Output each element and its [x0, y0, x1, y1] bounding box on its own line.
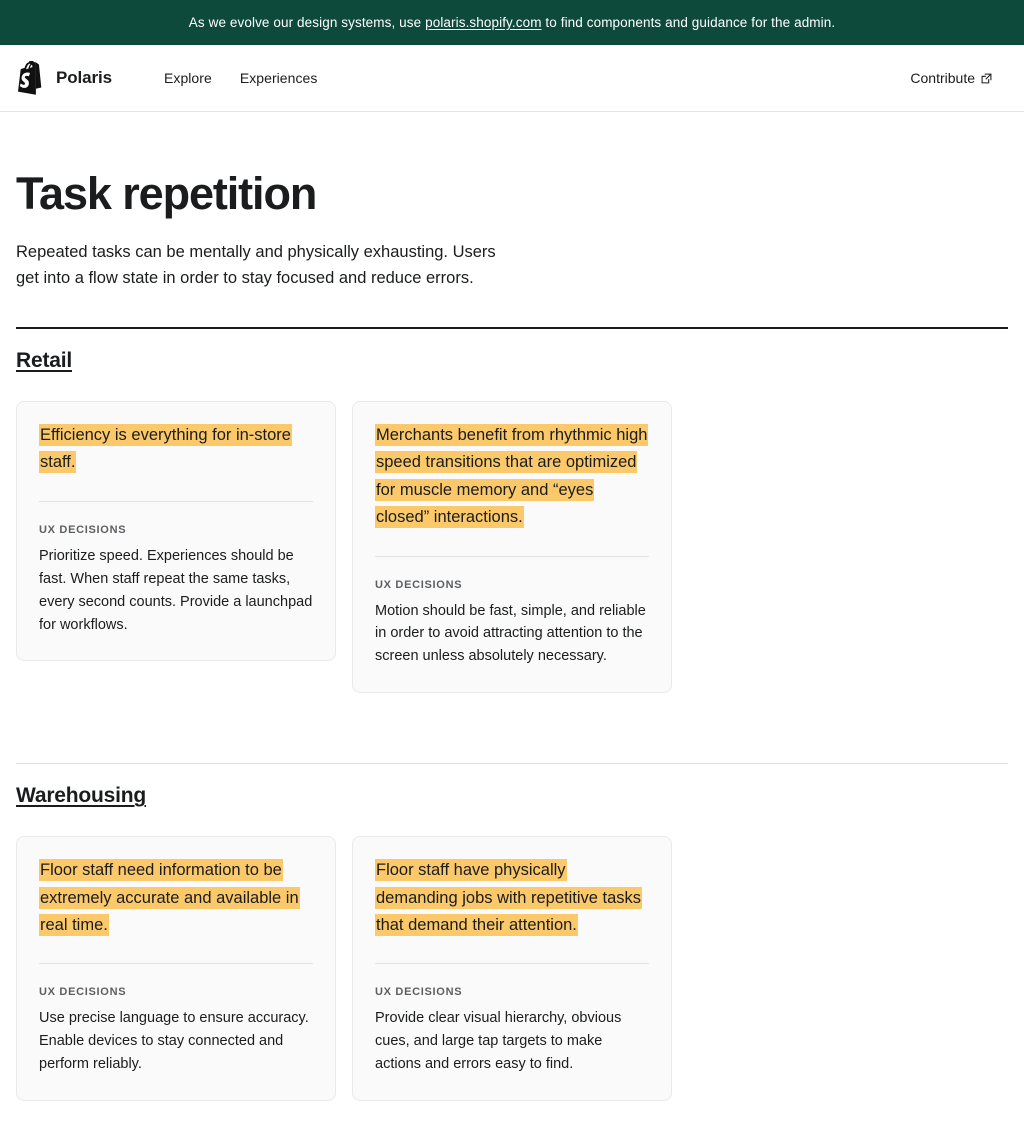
card-body: Provide clear visual hierarchy, obvious …	[375, 1010, 622, 1073]
announcement-banner: As we evolve our design systems, use pol…	[0, 0, 1024, 45]
announcement-text-after: to find components and guidance for the …	[541, 14, 836, 30]
announcement-text: As we evolve our design systems, use pol…	[189, 14, 835, 32]
card-label: UX DECISIONS	[375, 578, 463, 591]
card-body: Prioritize speed. Experiences should be …	[39, 547, 313, 633]
card-quote: Floor staff have physically demanding jo…	[375, 857, 649, 939]
insight-card[interactable]: Floor staff need information to be extre…	[16, 836, 336, 1102]
top-navigation-bar: Polaris Explore Experiences Contribute	[0, 45, 1024, 112]
card-body: Use precise language to ensure accuracy.…	[39, 1010, 309, 1073]
card-quote: Efficiency is everything for in-store st…	[39, 422, 313, 477]
brand-name: Polaris	[56, 68, 112, 87]
shopify-bag-icon	[16, 61, 44, 95]
card-row-warehousing: Floor staff need information to be extre…	[16, 836, 1008, 1102]
polaris-shopify-link[interactable]: polaris.shopify.com	[425, 15, 541, 30]
card-label: UX DECISIONS	[39, 523, 127, 536]
section-divider	[16, 327, 1008, 330]
card-divider	[39, 500, 313, 502]
card-quote-highlight: Floor staff have physically demanding jo…	[375, 859, 643, 936]
section-retail: Retail Efficiency is everything for in-s…	[16, 327, 1008, 694]
card-quote: Merchants benefit from rhythmic high spe…	[375, 422, 649, 532]
card-divider	[375, 963, 649, 965]
insight-card[interactable]: Merchants benefit from rhythmic high spe…	[352, 401, 672, 694]
primary-nav: Explore Experiences	[164, 70, 317, 86]
card-row-retail: Efficiency is everything for in-store st…	[16, 401, 1008, 694]
card-body: Motion should be fast, simple, and relia…	[375, 602, 646, 665]
card-label: UX DECISIONS	[375, 986, 463, 999]
contribute-label: Contribute	[910, 70, 975, 86]
external-link-icon	[981, 73, 992, 84]
brand-home-link[interactable]: Polaris	[16, 61, 112, 95]
section-divider	[16, 763, 1008, 765]
page-intro: Repeated tasks can be mentally and physi…	[16, 242, 496, 288]
card-quote-highlight: Merchants benefit from rhythmic high spe…	[375, 424, 649, 529]
card-divider	[375, 555, 649, 557]
section-heading-warehousing: Warehousing	[16, 784, 147, 808]
card-quote-highlight: Floor staff need information to be extre…	[39, 859, 300, 936]
section-heading-retail: Retail	[16, 349, 72, 373]
card-quote-highlight: Efficiency is everything for in-store st…	[39, 424, 292, 474]
announcement-text-before: As we evolve our design systems, use	[188, 14, 426, 30]
insight-card[interactable]: Floor staff have physically demanding jo…	[352, 836, 672, 1102]
card-label: UX DECISIONS	[39, 986, 127, 999]
card-divider	[39, 963, 313, 965]
nav-item-explore[interactable]: Explore	[164, 70, 212, 86]
card-quote: Floor staff need information to be extre…	[39, 857, 313, 939]
nav-item-experiences[interactable]: Experiences	[240, 70, 318, 86]
page-content: Task repetition Repeated tasks can be me…	[0, 168, 1024, 1102]
insight-card[interactable]: Efficiency is everything for in-store st…	[16, 401, 336, 662]
contribute-link[interactable]: Contribute	[910, 70, 1008, 86]
page-title: Task repetition	[16, 168, 317, 219]
section-warehousing: Warehousing Floor staff need information…	[16, 763, 1008, 1102]
